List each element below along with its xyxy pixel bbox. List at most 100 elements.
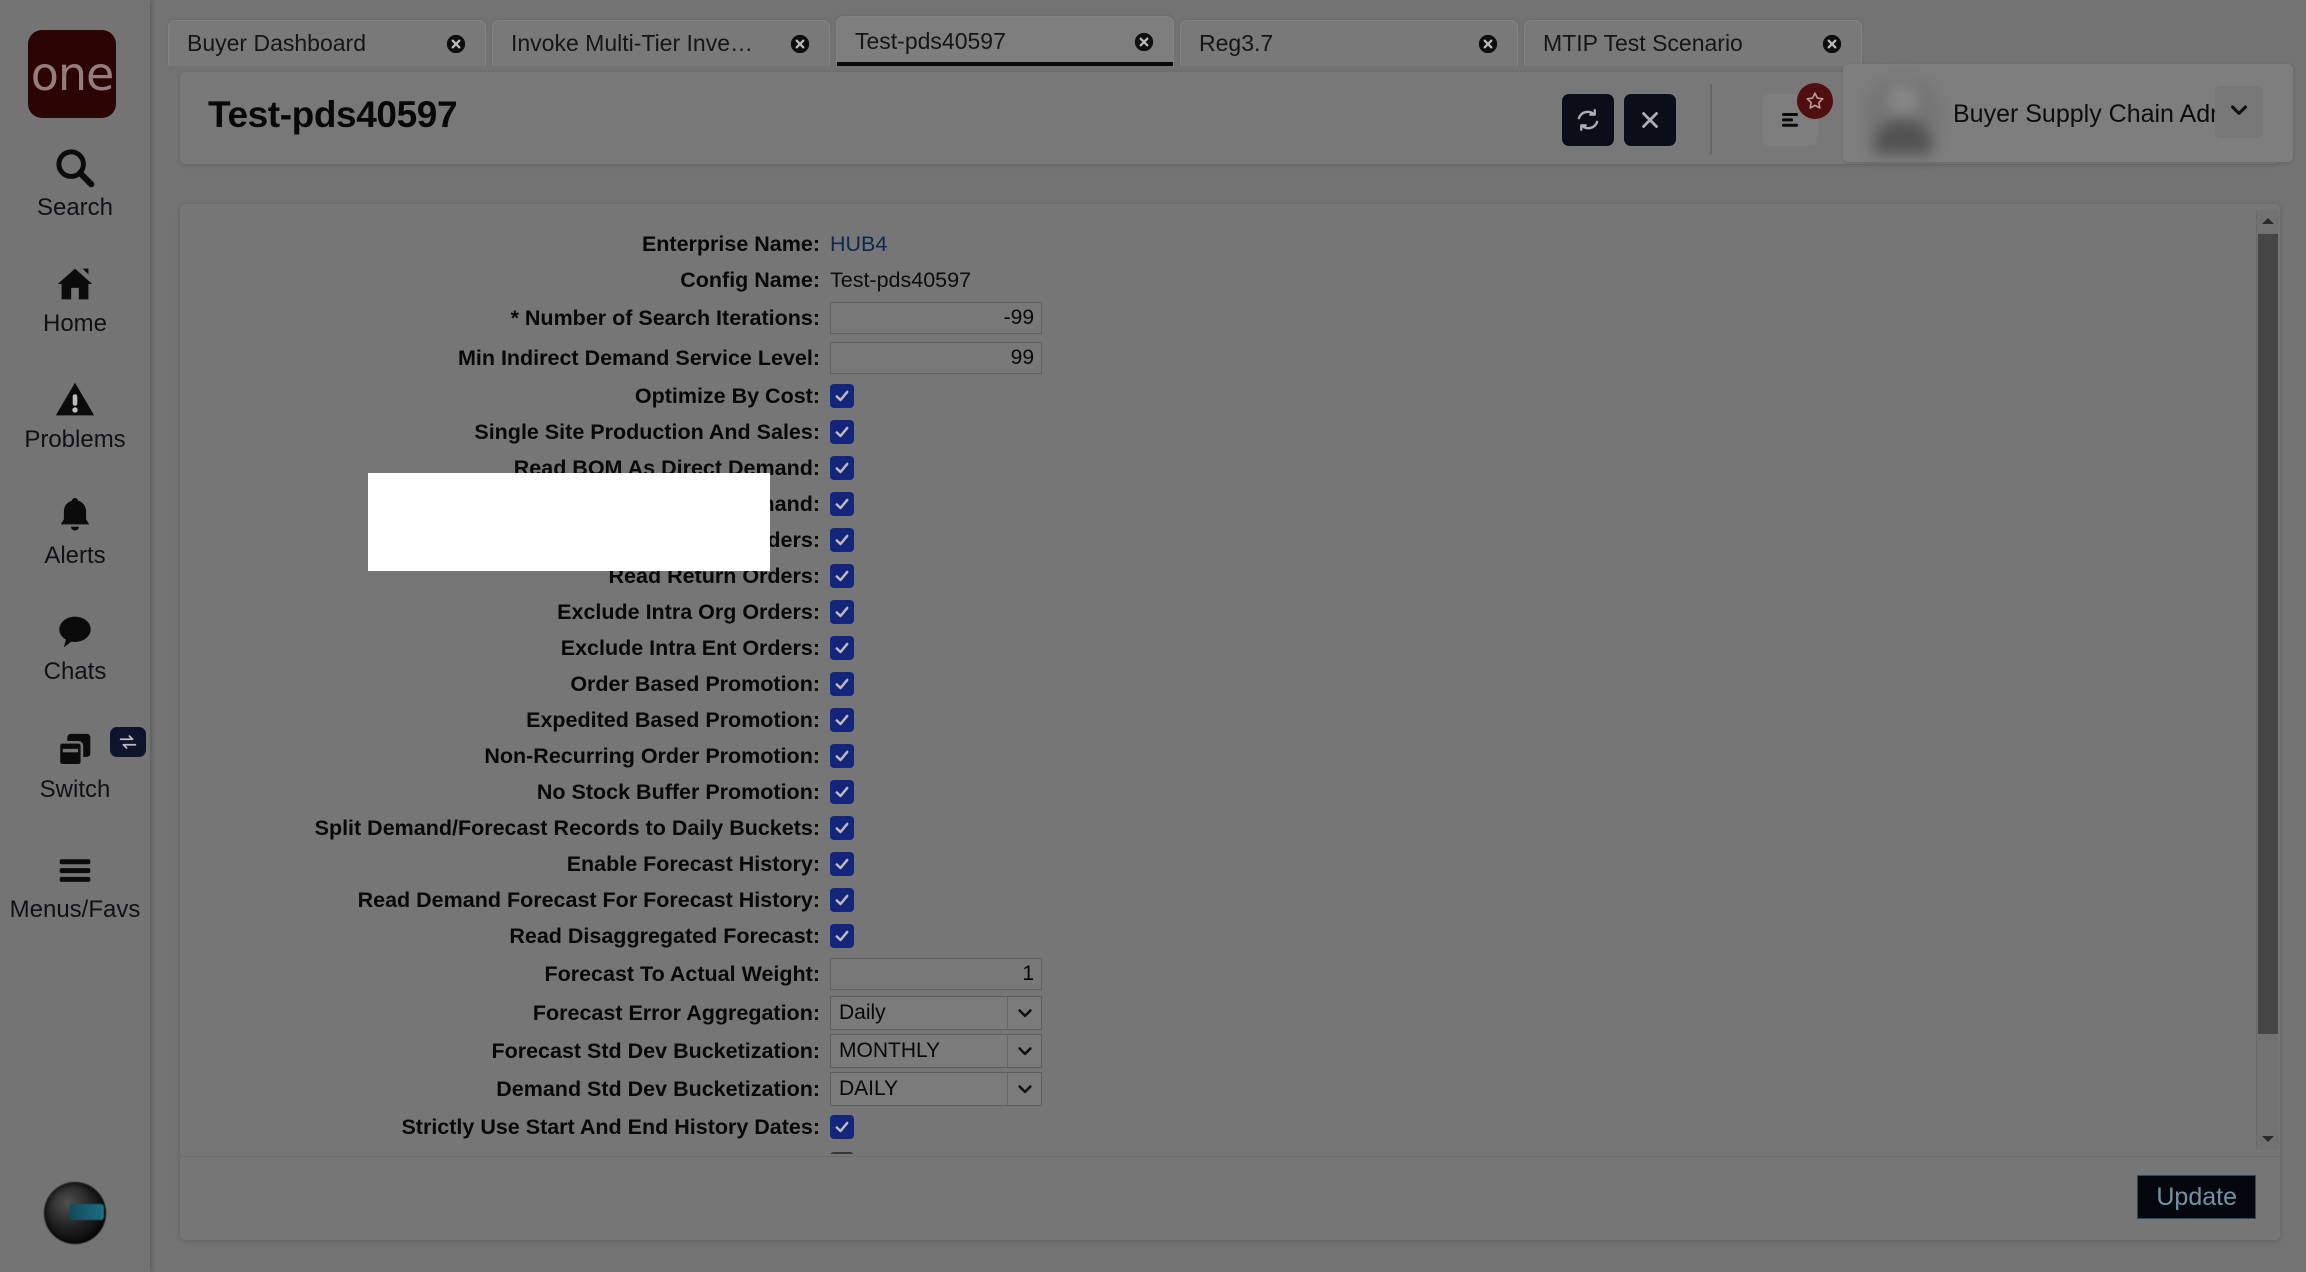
forecast-error-aggregation-select[interactable]: Daily — [830, 996, 1042, 1030]
number-of-search-iterations-input[interactable] — [830, 302, 1042, 334]
field-row-read-demand-forecast-for-forecast-history: Read Demand Forecast For Forecast Histor… — [180, 882, 1480, 918]
no-stock-buffer-promotion-checkbox[interactable] — [830, 780, 854, 804]
form-scroll-region: Enterprise Name: HUB4 Config Name: Test-… — [180, 204, 2306, 1154]
field-value-enterprise-name: HUB4 — [830, 232, 887, 257]
refresh-button[interactable] — [1562, 94, 1614, 146]
read-return-orders-checkbox[interactable] — [830, 564, 854, 588]
field-row-order-based-promotion: Order Based Promotion: — [180, 666, 1480, 702]
read-disaggregated-forecast-checkbox[interactable] — [830, 924, 854, 948]
field-label: Forecast To Actual Weight: — [180, 962, 830, 987]
field-label: Single Site Production And Sales: — [180, 420, 830, 445]
close-icon[interactable] — [1793, 33, 1845, 55]
field-value-config-name: Test-pds40597 — [830, 268, 971, 293]
field-label: Read Disaggregated Forecast: — [180, 924, 830, 949]
ordering-uom-as-computation-uom-checkbox[interactable] — [830, 1152, 854, 1154]
sidebar-item-chats[interactable]: Chats — [0, 604, 150, 686]
field-label: * Number of Search Iterations: — [180, 306, 830, 331]
order-based-promotion-checkbox[interactable] — [830, 672, 854, 696]
user-menu-toggle[interactable] — [2215, 86, 2263, 138]
user-profile-pod[interactable]: Buyer Supply Chain Admin — [1843, 64, 2293, 162]
select-value: Daily — [831, 1001, 886, 1025]
chevron-down-icon — [1007, 997, 1041, 1029]
forecast-to-actual-weight-input[interactable] — [830, 958, 1042, 990]
field-row-non-recurring-order-promotion: Non-Recurring Order Promotion: — [180, 738, 1480, 774]
sidebar-item-alerts[interactable]: Alerts — [0, 488, 150, 570]
tab-buyer-dashboard[interactable]: Buyer Dashboard — [168, 20, 486, 66]
vertical-scrollbar[interactable] — [2256, 210, 2278, 1150]
application-window: one Search Home Problems Alerts — [0, 0, 2306, 1272]
sidebar-item-search[interactable]: Search — [0, 140, 150, 222]
field-row-enable-forecast-history: Enable Forecast History: — [180, 846, 1480, 882]
tab-strip: Buyer Dashboard Invoke Multi-Tier Invent… — [168, 14, 1868, 66]
close-page-button[interactable] — [1624, 94, 1676, 146]
tab-label: Buyer Dashboard — [187, 30, 366, 57]
close-icon[interactable] — [761, 33, 813, 55]
read-orders-as-direct-demand-checkbox[interactable] — [830, 492, 854, 516]
sidebar-label-problems: Problems — [0, 426, 150, 454]
config-form: Enterprise Name: HUB4 Config Name: Test-… — [180, 226, 1480, 1154]
expedited-based-promotion-checkbox[interactable] — [830, 708, 854, 732]
tab-label: Invoke Multi-Tier Inventory Plan... — [511, 30, 761, 57]
avatar-icon[interactable] — [44, 1182, 106, 1244]
close-icon[interactable] — [1105, 31, 1157, 53]
field-row-split-demand-forecast-records-to-daily-buckets: Split Demand/Forecast Records to Daily B… — [180, 810, 1480, 846]
field-row-enterprise-name: Enterprise Name: HUB4 — [180, 226, 1480, 262]
update-button[interactable]: Update — [2137, 1175, 2256, 1219]
tab-invoke-multi-tier-inventory-plan[interactable]: Invoke Multi-Tier Inventory Plan... — [492, 20, 830, 66]
field-label: Exclude Intra Org Orders: — [180, 600, 830, 625]
logo-text: one — [31, 51, 114, 97]
tab-label: Reg3.7 — [1199, 30, 1273, 57]
tab-reg37[interactable]: Reg3.7 — [1180, 20, 1518, 66]
caret-up-icon[interactable] — [2257, 210, 2279, 232]
config-form-card: Enterprise Name: HUB4 Config Name: Test-… — [180, 204, 2280, 1240]
user-secondary-line — [1953, 132, 2113, 150]
field-row-strictly-use-start-and-end-history-dates: Strictly Use Start And End History Dates… — [180, 1108, 1480, 1146]
field-label: Demand Std Dev Bucketization: — [180, 1077, 830, 1102]
single-site-production-and-sales-checkbox[interactable] — [830, 420, 854, 444]
split-demand-forecast-records-checkbox[interactable] — [830, 816, 854, 840]
non-recurring-order-promotion-checkbox[interactable] — [830, 744, 854, 768]
read-only-sales-orders-checkbox[interactable] — [830, 528, 854, 552]
exclude-intra-org-orders-checkbox[interactable] — [830, 600, 854, 624]
caret-down-icon[interactable] — [2257, 1128, 2279, 1150]
field-label: Ordering UOM As Computation UOM: — [180, 1152, 830, 1155]
field-row-config-name: Config Name: Test-pds40597 — [180, 262, 1480, 298]
one-logo[interactable]: one — [28, 30, 116, 118]
scrollbar-thumb[interactable] — [2258, 234, 2278, 1034]
field-label: Config Name: — [180, 268, 830, 293]
enable-forecast-history-checkbox[interactable] — [830, 852, 854, 876]
star-icon[interactable] — [1797, 83, 1833, 119]
field-label: Split Demand/Forecast Records to Daily B… — [180, 816, 830, 841]
sidebar-item-home[interactable]: Home — [0, 256, 150, 338]
read-bom-as-direct-demand-checkbox[interactable] — [830, 456, 854, 480]
tab-label: MTIP Test Scenario — [1543, 30, 1743, 57]
tab-test-pds40597[interactable]: Test-pds40597 — [836, 16, 1174, 66]
optimize-by-cost-checkbox[interactable] — [830, 384, 854, 408]
select-value: MONTHLY — [831, 1039, 940, 1063]
exclude-intra-ent-orders-checkbox[interactable] — [830, 636, 854, 660]
tab-mtip-test-scenario[interactable]: MTIP Test Scenario — [1524, 20, 1862, 66]
close-icon[interactable] — [1449, 33, 1501, 55]
close-icon[interactable] — [417, 33, 469, 55]
read-demand-forecast-for-forecast-history-checkbox[interactable] — [830, 888, 854, 912]
sidebar-label-home: Home — [0, 310, 150, 338]
field-label: Forecast Std Dev Bucketization: — [180, 1039, 830, 1064]
demand-std-dev-bucketization-select[interactable]: DAILY — [830, 1072, 1042, 1106]
strictly-use-start-and-end-history-dates-checkbox[interactable] — [830, 1115, 854, 1139]
min-indirect-demand-service-level-input[interactable] — [830, 342, 1042, 374]
sidebar-item-menus-favs[interactable]: Menus/Favs — [0, 842, 150, 924]
field-label: No Stock Buffer Promotion: — [180, 780, 830, 805]
field-row-demand-std-dev-bucketization: Demand Std Dev Bucketization: DAILY — [180, 1070, 1480, 1108]
field-label: Non-Recurring Order Promotion: — [180, 744, 830, 769]
sidebar-label-alerts: Alerts — [0, 542, 150, 570]
field-label: Strictly Use Start And End History Dates… — [180, 1115, 830, 1140]
field-row-optimize-by-cost: Optimize By Cost: — [180, 378, 1480, 414]
header-divider — [1710, 84, 1712, 154]
field-row-exclude-intra-ent-orders: Exclude Intra Ent Orders: — [180, 630, 1480, 666]
forecast-std-dev-bucketization-select[interactable]: MONTHLY — [830, 1034, 1042, 1068]
field-label: Enable Forecast History: — [180, 852, 830, 877]
refresh-icon — [1574, 106, 1602, 134]
swap-arrows-icon[interactable] — [110, 727, 146, 757]
chat-bubble-icon — [0, 604, 150, 656]
sidebar-item-problems[interactable]: Problems — [0, 372, 150, 454]
